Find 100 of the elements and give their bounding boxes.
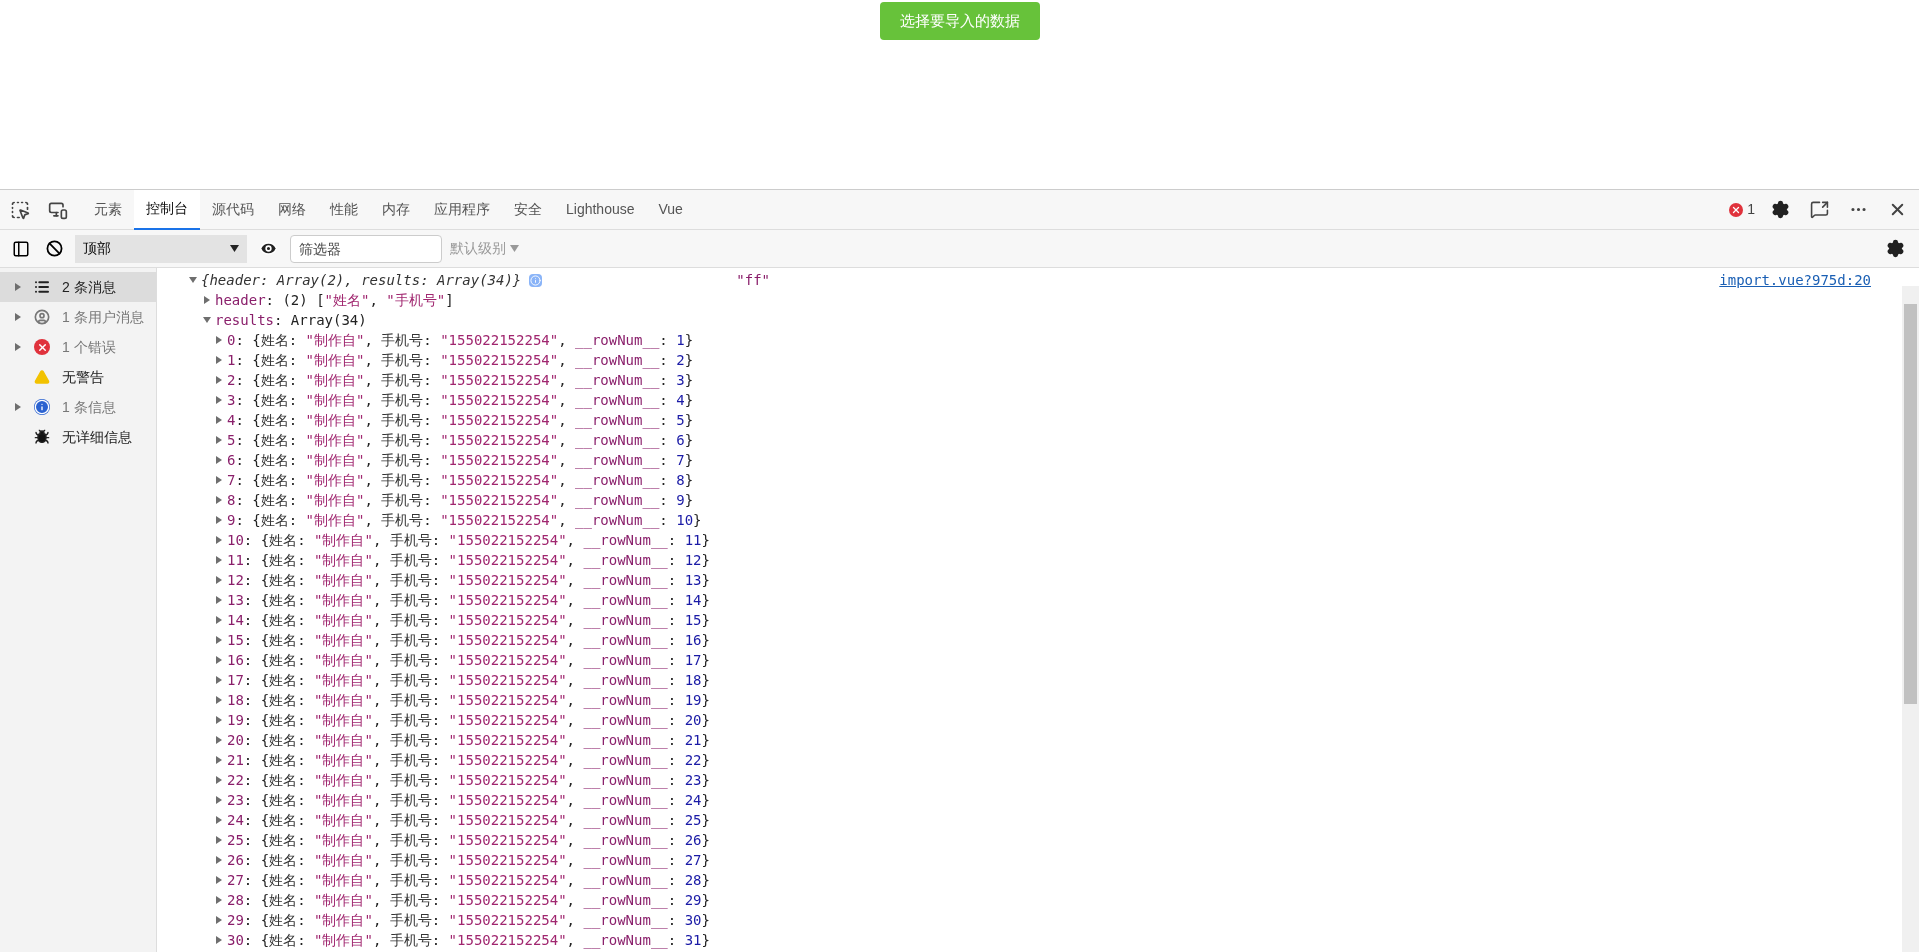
expand-arrow-icon[interactable] [215, 736, 223, 744]
expand-arrow-icon[interactable] [14, 313, 22, 321]
inspect-element-icon[interactable] [10, 199, 30, 220]
expand-arrow-icon[interactable] [215, 696, 223, 704]
expand-arrow-icon[interactable] [215, 796, 223, 804]
array-entry: 13: {姓名: "制作自", 手机号: "155022152254", __rowNum__: 14} [227, 591, 710, 610]
expand-arrow-icon[interactable] [215, 636, 223, 644]
expand-arrow-icon[interactable] [215, 496, 223, 504]
array-entry: 19: {姓名: "制作自", 手机号: "155022152254", __rowNum__: 20} [227, 711, 710, 730]
array-entry: 15: {姓名: "制作自", 手机号: "155022152254", __rowNum__: 16} [227, 631, 710, 650]
devtools-tab[interactable]: 控制台 [134, 189, 200, 230]
sidebar-item[interactable]: 1 条信息 [0, 392, 156, 422]
array-entry: 9: {姓名: "制作自", 手机号: "155022152254", __rowNum__: 10} [227, 511, 702, 530]
sidebar-item[interactable]: 2 条消息 [0, 272, 156, 302]
array-entry: 23: {姓名: "制作自", 手机号: "155022152254", __rowNum__: 24} [227, 791, 710, 810]
array-entry: 30: {姓名: "制作自", 手机号: "155022152254", __rowNum__: 31} [227, 931, 710, 950]
expand-arrow-icon[interactable] [215, 916, 223, 924]
expand-arrow-icon[interactable] [215, 856, 223, 864]
array-entry: 11: {姓名: "制作自", 手机号: "155022152254", __rowNum__: 12} [227, 551, 710, 570]
caret-icon [230, 245, 239, 252]
devtools-tab[interactable]: 安全 [502, 189, 554, 230]
expand-arrow-icon[interactable] [215, 536, 223, 544]
expand-arrow-icon[interactable] [215, 436, 223, 444]
array-entry: 3: {姓名: "制作自", 手机号: "155022152254", __rowNum__: 4} [227, 391, 694, 410]
devtools-tab[interactable]: 性能 [318, 189, 370, 230]
expand-arrow-icon[interactable] [215, 516, 223, 524]
filter-field[interactable]: 筛选器 [290, 234, 442, 263]
expand-arrow-icon[interactable] [215, 836, 223, 844]
expand-arrow-icon[interactable] [215, 876, 223, 884]
expand-arrow-icon[interactable] [215, 556, 223, 564]
expand-arrow-icon[interactable] [215, 716, 223, 724]
eye-icon[interactable] [259, 239, 278, 258]
sidebar-item[interactable]: 1 个错误 [0, 332, 156, 362]
expand-arrow-icon[interactable] [215, 816, 223, 824]
devtools-tab[interactable]: 应用程序 [422, 189, 502, 230]
context-select[interactable]: 顶部 [75, 234, 247, 263]
sidebar-item[interactable]: 1 条用户消息 [0, 302, 156, 332]
devtools-tab[interactable]: 内存 [370, 189, 422, 230]
array-entry: 16: {姓名: "制作自", 手机号: "155022152254", __rowNum__: 17} [227, 651, 710, 670]
array-entry: 22: {姓名: "制作自", 手机号: "155022152254", __rowNum__: 23} [227, 771, 710, 790]
array-entry: 0: {姓名: "制作自", 手机号: "155022152254", __rowNum__: 1} [227, 331, 694, 350]
clear-icon[interactable] [46, 240, 63, 257]
array-entry: 28: {姓名: "制作自", 手机号: "155022152254", __rowNum__: 29} [227, 891, 710, 910]
expand-arrow-icon[interactable] [215, 776, 223, 784]
expand-arrow-icon[interactable] [215, 756, 223, 764]
warning-icon [34, 369, 50, 385]
user-icon [34, 309, 50, 325]
settings-icon[interactable] [1771, 200, 1790, 219]
expand-arrow-icon[interactable] [215, 356, 223, 364]
expand-arrow-icon[interactable] [215, 676, 223, 684]
results-property: results: Array(34) [215, 311, 367, 330]
expand-arrow-icon[interactable] [215, 336, 223, 344]
expand-arrow-icon[interactable] [215, 416, 223, 424]
array-entry: 18: {姓名: "制作自", 手机号: "155022152254", __rowNum__: 19} [227, 691, 710, 710]
devtools-tab[interactable]: 源代码 [200, 189, 266, 230]
expand-arrow-icon[interactable] [215, 396, 223, 404]
error-icon [34, 339, 50, 355]
expand-arrow-icon[interactable] [203, 316, 211, 324]
expand-arrow-icon[interactable] [215, 936, 223, 944]
array-entry: 29: {姓名: "制作自", 手机号: "155022152254", __rowNum__: 30} [227, 911, 710, 930]
devtools-tab[interactable]: 网络 [266, 189, 318, 230]
expand-arrow-icon[interactable] [14, 283, 22, 291]
devtools-tab[interactable]: 元素 [82, 189, 134, 230]
expand-arrow-icon[interactable] [215, 656, 223, 664]
expand-arrow-icon[interactable] [215, 896, 223, 904]
source-link[interactable]: import.vue?975d:20 [1719, 270, 1871, 290]
sidebar-item[interactable]: 无警告 [0, 362, 156, 392]
header-property: header: (2) ["姓名", "手机号"] [215, 291, 454, 310]
expand-arrow-icon[interactable] [14, 403, 22, 411]
expand-arrow-icon[interactable] [14, 343, 22, 351]
bug-icon [34, 429, 50, 445]
expand-arrow-icon[interactable] [215, 576, 223, 584]
expand-arrow-icon[interactable] [215, 476, 223, 484]
array-entry: 25: {姓名: "制作自", 手机号: "155022152254", __rowNum__: 26} [227, 831, 710, 850]
expand-arrow-icon[interactable] [203, 296, 211, 304]
array-entry: 12: {姓名: "制作自", 手机号: "155022152254", __rowNum__: 13} [227, 571, 710, 590]
expand-arrow-icon[interactable] [189, 276, 197, 284]
array-entry: 20: {姓名: "制作自", 手机号: "155022152254", __rowNum__: 21} [227, 731, 710, 750]
settings-icon[interactable] [1886, 239, 1905, 258]
scrollbar[interactable] [1902, 286, 1919, 952]
array-entry: 14: {姓名: "制作自", 手机号: "155022152254", __rowNum__: 15} [227, 611, 710, 630]
array-entry: 6: {姓名: "制作自", 手机号: "155022152254", __rowNum__: 7} [227, 451, 694, 470]
expand-arrow-icon[interactable] [215, 456, 223, 464]
error-icon[interactable] [1729, 202, 1744, 217]
array-entry: 8: {姓名: "制作自", 手机号: "155022152254", __rowNum__: 9} [227, 491, 694, 510]
feedback-icon[interactable] [1810, 200, 1829, 219]
sidebar-item[interactable]: 无详细信息 [0, 422, 156, 452]
devtools-tab[interactable]: Lighthouse [554, 189, 647, 230]
caret-icon [510, 245, 519, 252]
array-entry: 27: {姓名: "制作自", 手机号: "155022152254", __rowNum__: 28} [227, 871, 710, 890]
expand-arrow-icon[interactable] [215, 596, 223, 604]
expand-arrow-icon[interactable] [215, 376, 223, 384]
error-count[interactable]: 1 [1747, 199, 1755, 220]
array-entry: 26: {姓名: "制作自", 手机号: "155022152254", __rowNum__: 27} [227, 851, 710, 870]
object-summary: {header: Array(2), results: Array(34)} [201, 271, 522, 290]
sidebar-toggle-icon[interactable] [12, 239, 30, 258]
devtools-tab[interactable]: Vue [646, 189, 695, 230]
array-entry: 4: {姓名: "制作自", 手机号: "155022152254", __rowNum__: 5} [227, 411, 694, 430]
expand-arrow-icon[interactable] [215, 616, 223, 624]
log-message: "ff" [736, 271, 770, 290]
